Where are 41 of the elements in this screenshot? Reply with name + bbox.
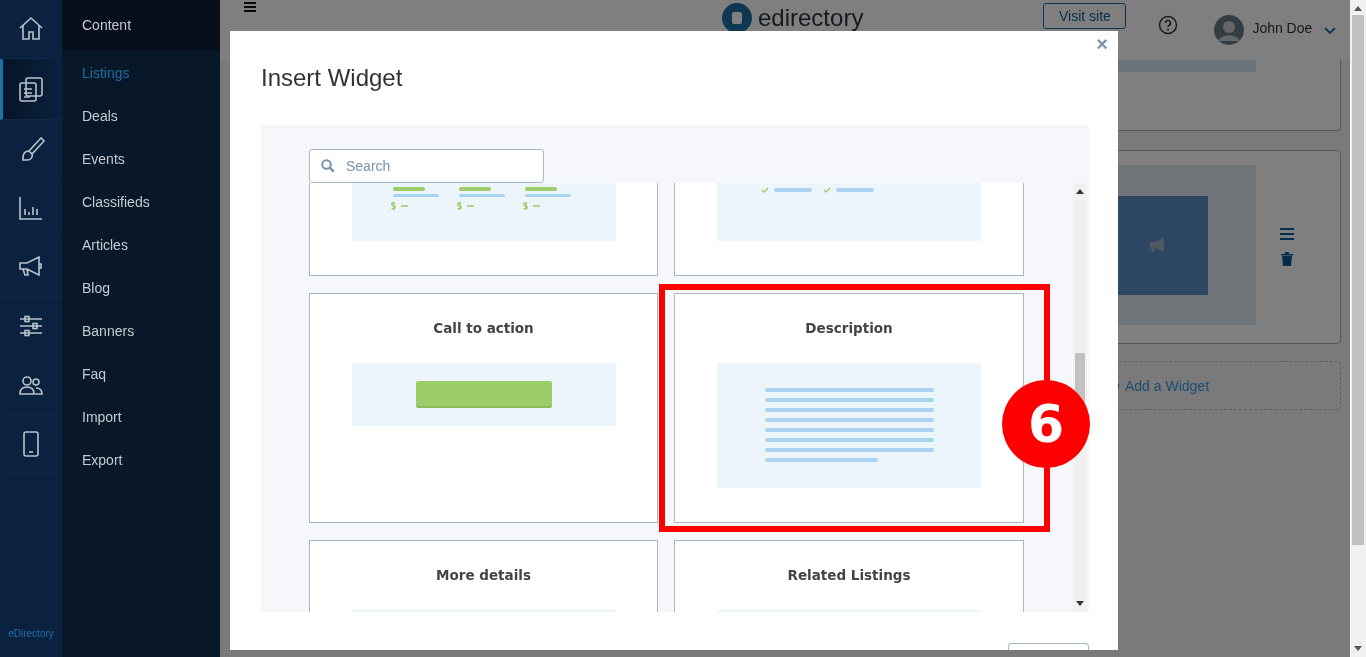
widget-card[interactable]: Call to action <box>309 293 658 523</box>
search-field[interactable]: Search <box>309 149 544 183</box>
search-icon <box>321 159 335 173</box>
widget-title: Description <box>805 320 893 337</box>
section-heading: Content <box>62 0 220 50</box>
menu-icon[interactable] <box>1280 228 1294 240</box>
chart-icon <box>17 194 45 222</box>
sidebar-item[interactable]: Import <box>62 396 220 439</box>
sidebar-item[interactable]: Events <box>62 138 220 181</box>
help-icon[interactable] <box>1158 15 1179 35</box>
avatar-icon[interactable] <box>1214 15 1245 45</box>
chevron-down-icon[interactable] <box>1324 27 1337 35</box>
trash-icon[interactable] <box>1281 252 1293 266</box>
widget-card[interactable]: More details <box>309 540 658 612</box>
sidebar-item[interactable]: Deals <box>62 95 220 138</box>
widget-title: More details <box>436 567 531 584</box>
menu-icon[interactable] <box>244 2 256 12</box>
sidebar-item[interactable]: Banners <box>62 310 220 353</box>
scroll-down-icon[interactable] <box>1354 646 1362 651</box>
home-icon <box>17 15 45 43</box>
widget-card[interactable]: Description <box>674 293 1024 523</box>
scroll-up-icon[interactable] <box>1076 189 1084 194</box>
widget-title: Related Listings <box>787 567 911 584</box>
sidebar-item[interactable]: Blog <box>62 267 220 310</box>
widget-title: Call to action <box>433 320 534 337</box>
user-name[interactable]: John Doe <box>1252 20 1313 36</box>
scroll-up-icon[interactable] <box>1354 6 1362 11</box>
sidebar-item[interactable]: Classifieds <box>62 181 220 224</box>
scroll-thumb[interactable] <box>1352 15 1364 545</box>
logo-text: edirectory <box>758 5 864 31</box>
documents-icon <box>17 75 45 103</box>
sidebar-item[interactable]: Faq <box>62 353 220 396</box>
sidebar-item[interactable]: Articles <box>62 224 220 267</box>
brand-label: eDirectory <box>8 628 54 639</box>
visit-site-button[interactable]: Visit site <box>1043 3 1127 29</box>
rail-item[interactable] <box>0 59 62 120</box>
sidebar-item[interactable]: Export <box>62 439 220 482</box>
dialog-title: Insert Widget <box>261 64 403 92</box>
scrollbar[interactable] <box>1350 0 1366 657</box>
widget-card[interactable]: Related Listings <box>674 540 1024 612</box>
scroll-down-icon[interactable] <box>1076 601 1084 606</box>
